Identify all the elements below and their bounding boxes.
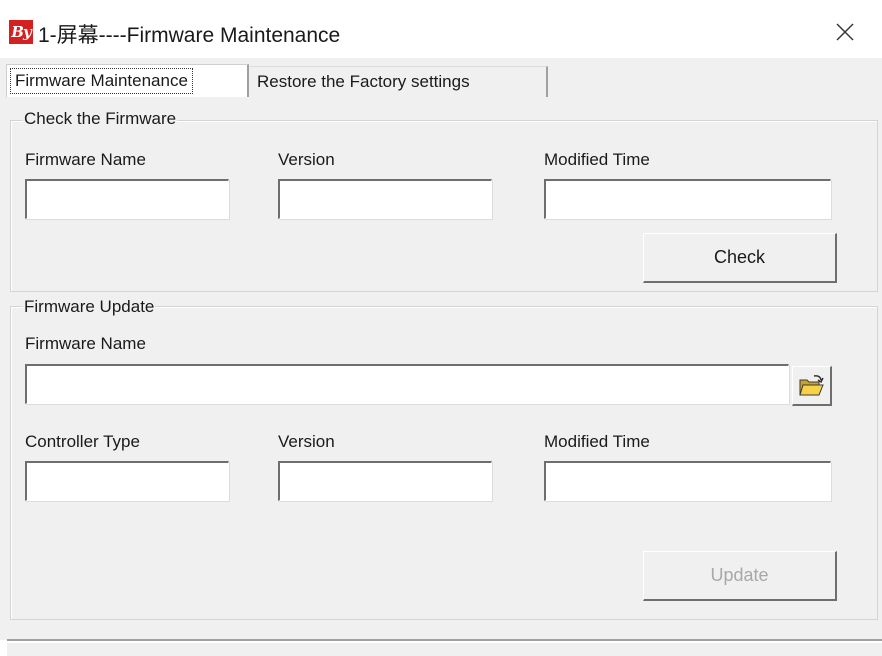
browse-folder-button[interactable] (792, 366, 832, 406)
check-modified-time-field[interactable] (544, 179, 831, 219)
update-version-field[interactable] (278, 461, 492, 501)
firmware-path-field[interactable] (25, 364, 789, 404)
open-folder-icon (799, 375, 824, 396)
status-bar (7, 643, 882, 656)
modified-time-label: Modified Time (544, 150, 650, 169)
tab-restore-factory-settings[interactable]: Restore the Factory settings (250, 66, 548, 97)
check-button[interactable]: Check (643, 233, 837, 283)
version-label: Version (278, 150, 335, 169)
update-button[interactable]: Update (643, 551, 837, 601)
app-logo-icon: By (9, 20, 33, 44)
firmware-update-legend: Firmware Update (23, 297, 156, 317)
update-version-label: Version (278, 432, 335, 451)
tab-firmware-maintenance[interactable]: Firmware Maintenance (6, 64, 249, 97)
controller-type-label: Controller Type (25, 432, 140, 451)
tab-label: Firmware Maintenance (10, 68, 193, 94)
firmware-name-label: Firmware Name (25, 150, 146, 169)
window-title: 1-屏幕----Firmware Maintenance (38, 24, 341, 47)
update-firmware-name-label: Firmware Name (25, 334, 146, 353)
tab-panel: Check the Firmware Firmware Name Version… (0, 98, 882, 640)
check-version-field[interactable] (278, 179, 492, 219)
check-firmware-legend: Check the Firmware (23, 109, 178, 129)
update-modified-time-label: Modified Time (544, 432, 650, 451)
close-button[interactable] (820, 14, 870, 50)
tab-label: Restore the Factory settings (257, 72, 470, 91)
controller-type-field[interactable] (25, 461, 229, 501)
close-icon (836, 23, 854, 41)
check-firmware-name-field[interactable] (25, 179, 229, 219)
update-modified-time-field[interactable] (544, 461, 831, 501)
